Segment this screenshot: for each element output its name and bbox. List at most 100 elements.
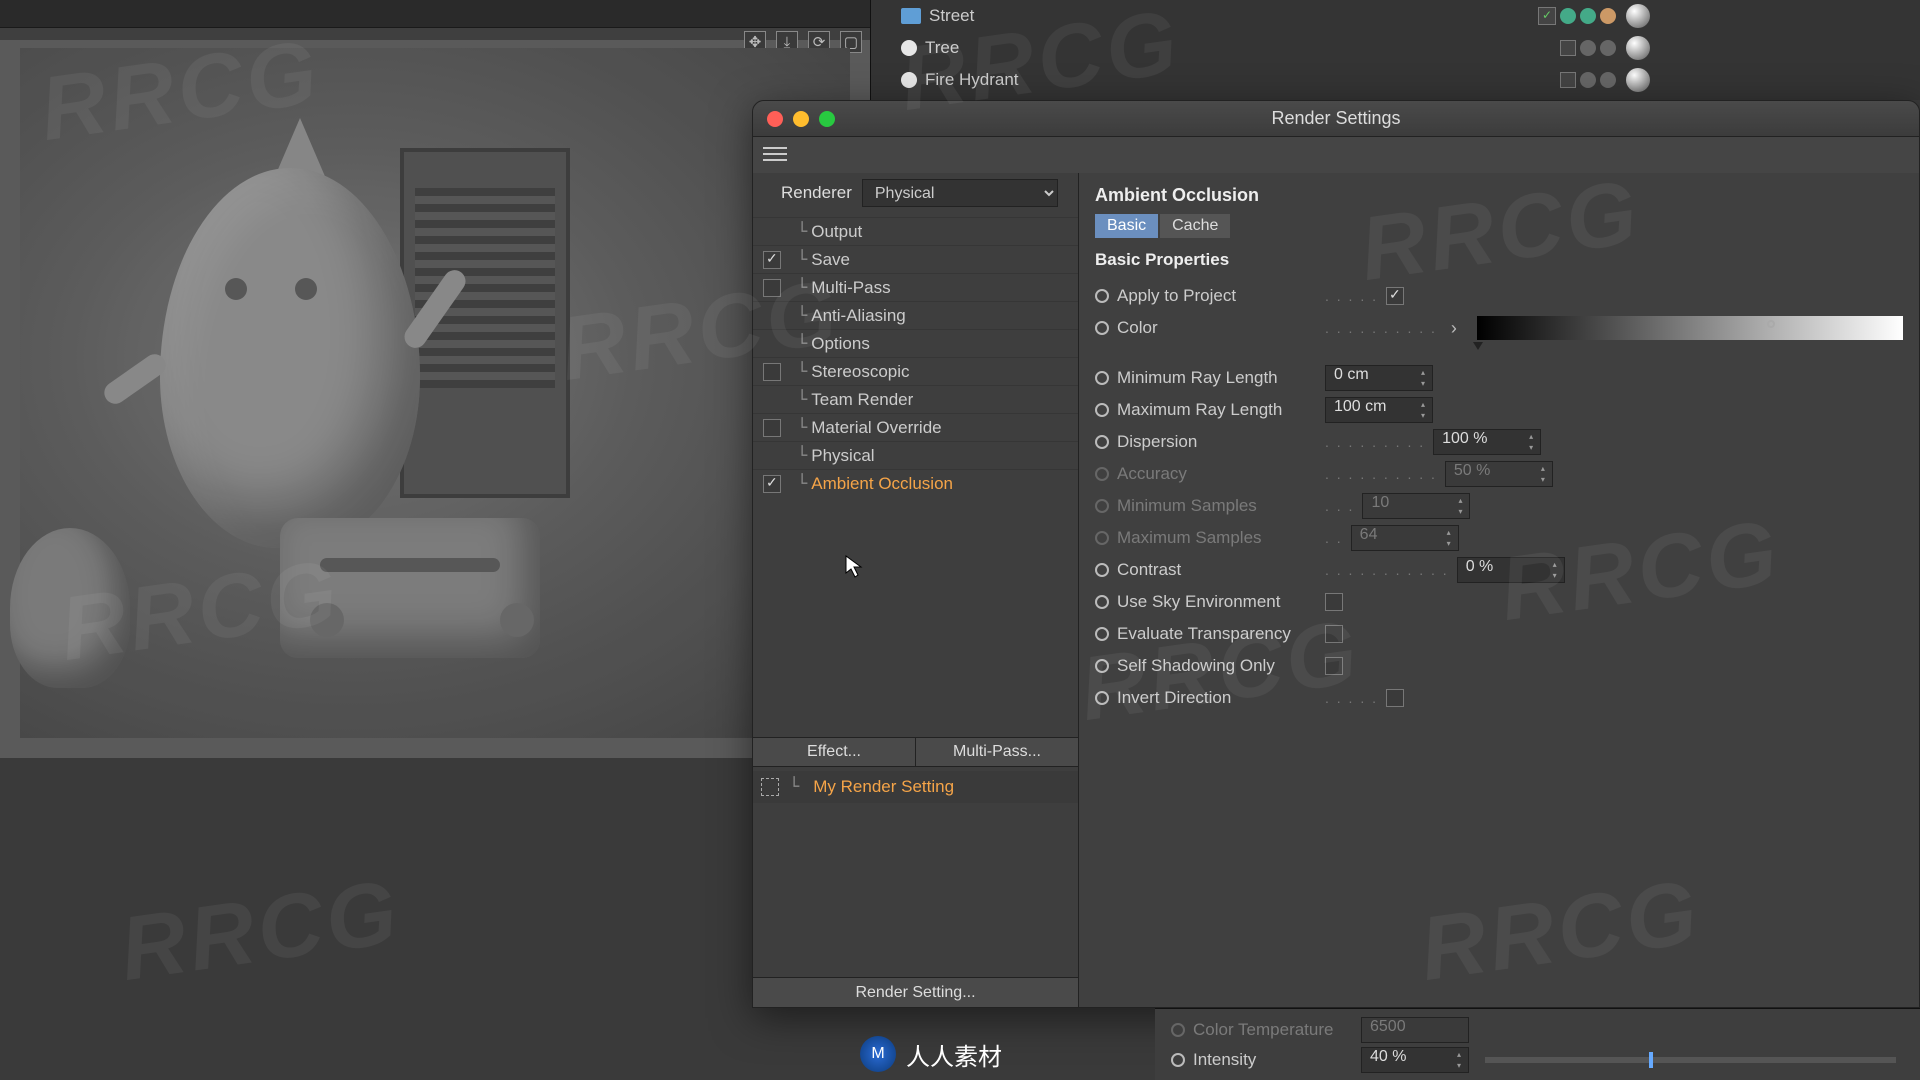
prop-invert-direction: Invert Direction . . . . . bbox=[1095, 682, 1903, 714]
gradient-stop-left[interactable] bbox=[1473, 314, 1483, 342]
vis-render-dot[interactable] bbox=[1600, 72, 1616, 88]
vis-editor-dot[interactable] bbox=[1580, 72, 1596, 88]
light-icon bbox=[901, 72, 917, 88]
object-label: Tree bbox=[925, 38, 959, 58]
object-row-tree[interactable]: Tree bbox=[871, 32, 1920, 64]
selfshadow-checkbox[interactable] bbox=[1325, 657, 1343, 675]
chevron-right-icon[interactable]: › bbox=[1451, 318, 1457, 339]
contrast-field[interactable]: 0 %▴▾ bbox=[1457, 557, 1565, 583]
reset-icon[interactable] bbox=[1095, 691, 1109, 705]
prop-min-samples: Minimum Samples . . . 10▴▾ bbox=[1095, 490, 1903, 522]
render-preset-row[interactable]: └ My Render Setting bbox=[753, 771, 1078, 803]
prop-apply-to-project: Apply to Project . . . . . bbox=[1095, 280, 1903, 312]
object-label: Fire Hydrant bbox=[925, 70, 1019, 90]
light-icon bbox=[901, 40, 917, 56]
ao-checkbox[interactable] bbox=[763, 475, 781, 493]
logo-icon: M bbox=[860, 1036, 896, 1072]
tree-output[interactable]: └Output bbox=[753, 217, 1078, 245]
material-tag[interactable] bbox=[1626, 68, 1650, 92]
min-ray-field[interactable]: 0 cm▴▾ bbox=[1325, 365, 1433, 391]
tree-antialias[interactable]: └Anti-Aliasing bbox=[753, 301, 1078, 329]
intensity-field[interactable]: 40 %▴▾ bbox=[1361, 1047, 1469, 1073]
intensity-slider[interactable] bbox=[1485, 1057, 1896, 1063]
render-left-panel: Renderer Physical └Output └Save └Multi-P… bbox=[753, 173, 1079, 1007]
prop-color-temp: Color Temperature 6500 bbox=[1171, 1015, 1904, 1045]
material-tag[interactable] bbox=[1626, 4, 1650, 28]
max-ray-field[interactable]: 100 cm▴▾ bbox=[1325, 397, 1433, 423]
prop-accuracy: Accuracy . . . . . . . . . . 50 %▴▾ bbox=[1095, 458, 1903, 490]
viewport-header bbox=[0, 28, 870, 40]
viewport[interactable]: Default Camera ✥ ⤓ ⟳ ▢ bbox=[0, 28, 870, 758]
renderer-select[interactable]: Physical bbox=[862, 179, 1058, 207]
renderer-label: Renderer bbox=[781, 183, 852, 203]
ao-tabs: Basic Cache bbox=[1095, 214, 1903, 238]
object-label: Street bbox=[929, 6, 974, 26]
reset-icon[interactable] bbox=[1095, 403, 1109, 417]
dispersion-field[interactable]: 100 %▴▾ bbox=[1433, 429, 1541, 455]
reset-icon[interactable] bbox=[1095, 435, 1109, 449]
multipass-button[interactable]: Multi-Pass... bbox=[916, 738, 1078, 766]
panel-title: Ambient Occlusion bbox=[1095, 185, 1903, 206]
vis-editor-dot[interactable] bbox=[1580, 40, 1596, 56]
tree-stereo[interactable]: └Stereoscopic bbox=[753, 357, 1078, 385]
reset-icon bbox=[1171, 1023, 1185, 1037]
reset-icon[interactable] bbox=[1095, 371, 1109, 385]
reset-icon[interactable] bbox=[1095, 627, 1109, 641]
color-gradient[interactable] bbox=[1477, 316, 1903, 340]
layer-checkbox[interactable] bbox=[1560, 40, 1576, 56]
reset-icon[interactable] bbox=[1171, 1053, 1185, 1067]
effect-button[interactable]: Effect... bbox=[753, 738, 916, 766]
reset-icon[interactable] bbox=[1095, 595, 1109, 609]
xpresso-dot[interactable] bbox=[1600, 8, 1616, 24]
mouse-cursor-icon bbox=[845, 555, 863, 579]
vis-render-dot[interactable] bbox=[1600, 40, 1616, 56]
render-settings-window: Render Settings Renderer Physical └Outpu… bbox=[752, 100, 1920, 1008]
sky-checkbox[interactable] bbox=[1325, 593, 1343, 611]
tree-multipass[interactable]: └Multi-Pass bbox=[753, 273, 1078, 301]
null-icon bbox=[901, 8, 921, 24]
render-setting-button[interactable]: Render Setting... bbox=[753, 977, 1078, 1007]
reset-icon[interactable] bbox=[1095, 659, 1109, 673]
preset-name: My Render Setting bbox=[813, 777, 954, 797]
layer-checkbox[interactable] bbox=[1538, 7, 1556, 25]
effect-button-row: Effect... Multi-Pass... bbox=[753, 737, 1078, 767]
gradient-handle[interactable] bbox=[1767, 320, 1775, 328]
render-right-panel: Ambient Occlusion Basic Cache Basic Prop… bbox=[1079, 173, 1919, 1007]
tree-matoverride[interactable]: └Material Override bbox=[753, 413, 1078, 441]
transparency-checkbox[interactable] bbox=[1325, 625, 1343, 643]
window-titlebar[interactable]: Render Settings bbox=[753, 101, 1919, 137]
tree-save[interactable]: └Save bbox=[753, 245, 1078, 273]
prop-self-shadow: Self Shadowing Only bbox=[1095, 650, 1903, 682]
vis-render-dot[interactable] bbox=[1580, 8, 1596, 24]
apply-checkbox[interactable] bbox=[1386, 287, 1404, 305]
multipass-checkbox[interactable] bbox=[763, 279, 781, 297]
reset-icon[interactable] bbox=[1095, 563, 1109, 577]
watermark-logo: M 人人素材 bbox=[860, 1036, 1002, 1072]
tree-physical[interactable]: └Physical bbox=[753, 441, 1078, 469]
scene-render bbox=[20, 48, 850, 738]
tab-cache[interactable]: Cache bbox=[1160, 214, 1230, 238]
object-row-street[interactable]: Street bbox=[871, 0, 1920, 32]
reset-icon bbox=[1095, 467, 1109, 481]
tree-team[interactable]: └Team Render bbox=[753, 385, 1078, 413]
layer-checkbox[interactable] bbox=[1560, 72, 1576, 88]
prop-max-ray: Maximum Ray Length 100 cm▴▾ bbox=[1095, 394, 1903, 426]
tree-ambient-occlusion[interactable]: └Ambient Occlusion bbox=[753, 469, 1078, 497]
prop-intensity: Intensity 40 %▴▾ bbox=[1171, 1045, 1904, 1075]
hamburger-icon[interactable] bbox=[763, 143, 787, 165]
save-checkbox[interactable] bbox=[763, 251, 781, 269]
vis-editor-dot[interactable] bbox=[1560, 8, 1576, 24]
invert-checkbox[interactable] bbox=[1386, 689, 1404, 707]
prop-sky-env: Use Sky Environment bbox=[1095, 586, 1903, 618]
reset-icon[interactable] bbox=[1095, 321, 1109, 335]
tree-options[interactable]: └Options bbox=[753, 329, 1078, 357]
matoverride-checkbox[interactable] bbox=[763, 419, 781, 437]
reset-icon bbox=[1095, 499, 1109, 513]
accuracy-field: 50 %▴▾ bbox=[1445, 461, 1553, 487]
reset-icon[interactable] bbox=[1095, 289, 1109, 303]
object-row-hydrant[interactable]: Fire Hydrant bbox=[871, 64, 1920, 96]
logo-text: 人人素材 bbox=[906, 1037, 1002, 1072]
tab-basic[interactable]: Basic bbox=[1095, 214, 1158, 238]
material-tag[interactable] bbox=[1626, 36, 1650, 60]
stereo-checkbox[interactable] bbox=[763, 363, 781, 381]
